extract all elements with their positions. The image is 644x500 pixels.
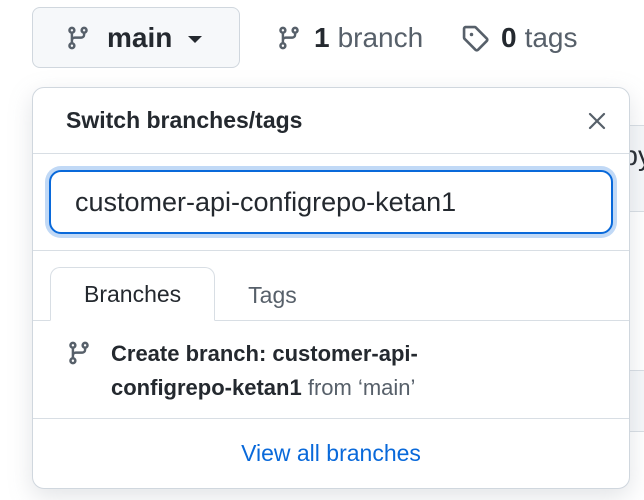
branch-count-label: branch (337, 22, 424, 53)
current-branch-label: main (107, 21, 173, 53)
branch-selector-button[interactable]: main (32, 7, 240, 68)
git-branch-icon (68, 26, 88, 49)
close-icon[interactable] (585, 109, 609, 133)
tags-link[interactable]: 0 tags (461, 22, 578, 54)
dropdown-footer: View all branches (33, 419, 629, 487)
branches-link[interactable]: 1 branch (276, 22, 423, 54)
create-branch-text: Create branch: customer-api-configrepo-k… (111, 337, 491, 418)
git-branch-icon (69, 341, 89, 365)
branch-count: 1 (314, 22, 330, 53)
branch-switcher-dropdown: Switch branches/tags Branches Tags Creat… (32, 87, 630, 489)
dropdown-title: Switch branches/tags (66, 107, 303, 133)
create-branch-item[interactable]: Create branch: customer-api-configrepo-k… (33, 321, 629, 419)
tab-tags[interactable]: Tags (215, 269, 330, 321)
tag-count: 0 (501, 22, 517, 53)
view-all-branches-link[interactable]: View all branches (241, 440, 421, 467)
filter-section (33, 154, 629, 251)
tag-count-label: tags (524, 22, 578, 53)
branch-filter-input[interactable] (49, 170, 613, 234)
tab-branches[interactable]: Branches (50, 267, 216, 321)
create-branch-source: from ‘main’ (307, 375, 416, 400)
git-branch-icon (279, 26, 299, 50)
dropdown-header: Switch branches/tags (33, 88, 629, 154)
tag-icon (462, 25, 489, 52)
branch-tag-tabs: Branches Tags (33, 251, 629, 321)
caret-down-icon (188, 36, 203, 43)
